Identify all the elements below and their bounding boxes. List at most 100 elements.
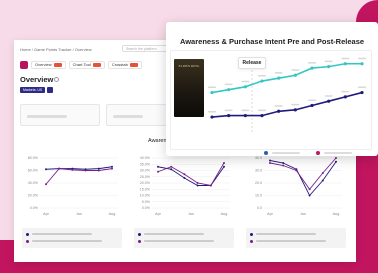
data-point [343, 62, 347, 66]
mini-chart-svg: 80.0% 60.0% 40.0% 20.0% 0.0% Apr Jun Aug [28, 156, 118, 216]
data-point [335, 157, 337, 159]
y-tick-label: 80.0% [28, 156, 39, 160]
data-label-placeholder [291, 69, 300, 71]
page-title: Overview [20, 75, 54, 84]
legend-line [272, 152, 300, 154]
data-point [327, 65, 331, 69]
legend-dot [250, 233, 253, 236]
data-point [293, 73, 297, 77]
data-point [183, 173, 186, 176]
poster-title: ELDEN RING [178, 64, 200, 68]
data-label-placeholder [274, 105, 283, 107]
data-point [45, 168, 47, 171]
x-tick-label: Aug [109, 212, 116, 216]
data-point [335, 160, 337, 163]
info-icon[interactable] [54, 77, 59, 82]
legend-panel [22, 228, 122, 248]
data-point [269, 159, 271, 162]
data-label-placeholder [308, 62, 316, 64]
data-label-placeholder [324, 60, 333, 63]
app-icon [20, 60, 28, 69]
data-point [183, 177, 186, 179]
data-label-placeholder [274, 72, 283, 74]
series-line-2 [45, 168, 113, 185]
legend-line [32, 233, 92, 235]
series-line-1 [269, 160, 337, 197]
data-point [360, 90, 364, 95]
data-label-placeholder [241, 80, 250, 83]
data-point [58, 167, 61, 170]
data-point [293, 108, 297, 112]
data-point [157, 165, 159, 168]
data-label-placeholder [291, 103, 300, 106]
y-tick-label: 40.0% [28, 181, 39, 185]
breadcrumb[interactable]: Home / Game Points Tracker / Overview [20, 47, 92, 52]
legend-line [256, 233, 316, 235]
tab-crosstab[interactable]: Crosstab [107, 60, 142, 69]
data-point [243, 85, 247, 89]
data-point [243, 114, 247, 118]
data-point [223, 162, 225, 164]
y-tick-label: 35.0% [140, 162, 151, 166]
data-label-placeholder [241, 109, 250, 112]
x-tick-label: Aug [221, 212, 228, 216]
tab-overview[interactable]: Overview [31, 60, 66, 69]
data-point [310, 66, 314, 70]
data-point [308, 188, 311, 191]
data-point [282, 162, 285, 164]
filter-dropdown[interactable] [106, 104, 170, 126]
data-point [260, 114, 264, 118]
tab-chart-tool[interactable]: Chart Tool [68, 60, 105, 69]
data-point [196, 182, 199, 184]
y-tick-label: 20.0 [255, 181, 262, 185]
data-label-placeholder [258, 75, 266, 77]
data-point [170, 165, 173, 168]
x-tick-label: Aug [333, 212, 340, 216]
data-point [227, 88, 231, 92]
legend-dot [316, 151, 320, 155]
data-point [71, 168, 74, 171]
y-tick-label: 30.0 [255, 169, 262, 173]
tab-label: Overview [35, 62, 52, 67]
data-label-placeholder [308, 99, 316, 102]
y-tick-label: 20.0% [140, 181, 151, 185]
data-point [277, 109, 281, 113]
y-tick-label: 0.0% [30, 206, 39, 210]
series-line-1 [45, 166, 113, 170]
legend-dot [26, 233, 29, 236]
data-label-placeholder [224, 109, 233, 112]
y-tick-label: 10.0 [255, 194, 262, 198]
legend-line [144, 240, 214, 242]
mini-chart-3: 40.0 30.0 20.0 10.0 0.0 Apr Jun Aug [242, 152, 348, 222]
series-line-1 [211, 62, 362, 94]
data-label-placeholder [208, 86, 216, 89]
data-point [210, 115, 214, 119]
data-point [97, 169, 100, 172]
filter-dropdown[interactable] [20, 104, 100, 126]
checkbox-icon[interactable] [47, 86, 54, 93]
market-filter[interactable]: Markets: US [20, 86, 54, 93]
x-tick-label: Apr [43, 212, 50, 216]
data-point [295, 169, 298, 172]
y-tick-label: 20.0% [28, 194, 39, 198]
release-marker: Release [238, 57, 266, 69]
data-point [45, 183, 47, 186]
data-point [170, 168, 173, 171]
data-point [310, 103, 314, 108]
legend-dot [138, 233, 141, 236]
tab-bar: Overview Chart Tool Crosstab [20, 60, 142, 69]
x-tick-label: Jun [188, 212, 194, 216]
y-tick-label: 60.0% [28, 169, 39, 173]
data-point [327, 99, 331, 103]
data-point [269, 162, 271, 164]
release-chart-card: Awareness & Purchase Intent Pre and Post… [166, 22, 378, 156]
legend-line [32, 240, 102, 242]
series-line-1 [157, 166, 225, 186]
data-point [157, 170, 159, 173]
data-point [111, 165, 113, 168]
x-tick-label: Jun [76, 212, 82, 216]
data-point [210, 90, 214, 95]
data-point [227, 114, 231, 118]
legend-dot [250, 240, 253, 243]
mini-chart-svg: 40.0 30.0 20.0 10.0 0.0 Apr Jun Aug [255, 156, 342, 216]
